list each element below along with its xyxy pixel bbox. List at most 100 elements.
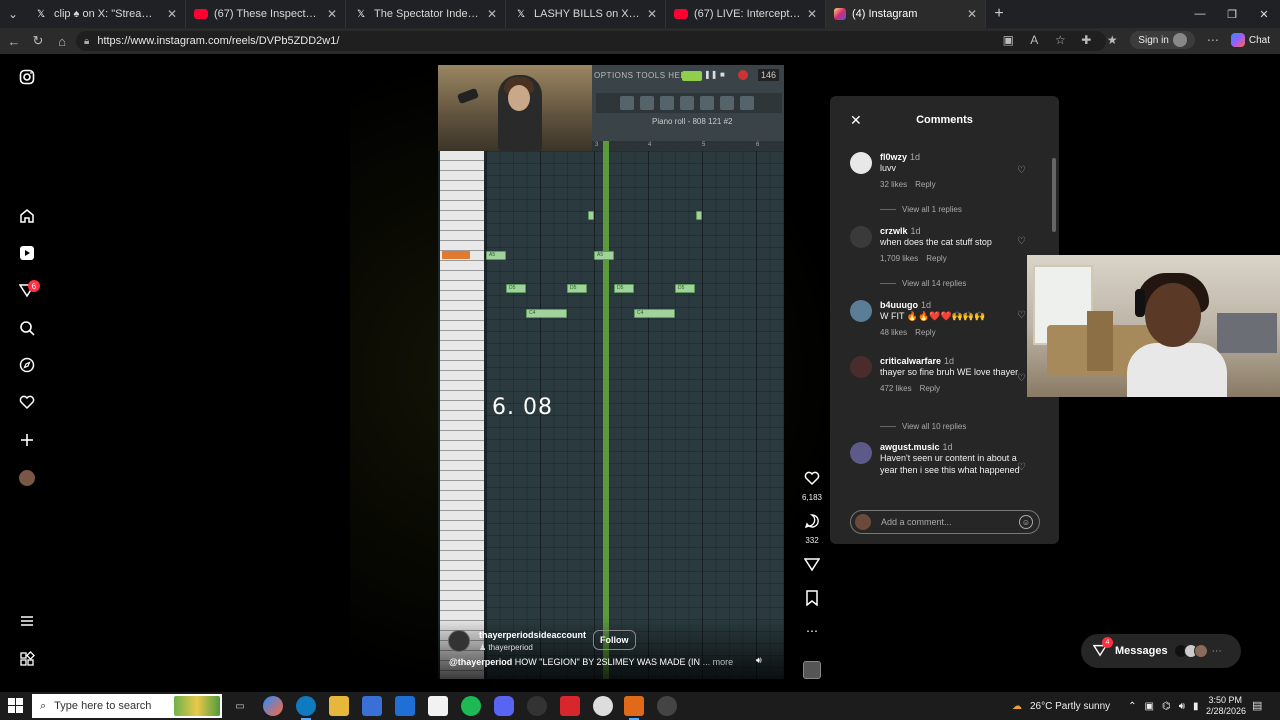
audio-thumbnail[interactable]: [803, 661, 821, 679]
close-tab-icon[interactable]: ✕: [487, 7, 497, 21]
reply-button[interactable]: Reply: [926, 254, 946, 263]
home-icon[interactable]: ⌂: [50, 28, 74, 54]
copilot-chat-button[interactable]: Chat: [1230, 33, 1270, 47]
comment-username[interactable]: crzwlk: [880, 226, 908, 236]
view-replies-link[interactable]: View all 14 replies: [880, 279, 966, 288]
browser-tab[interactable]: (67) LIVE: Interceptions in Tel ✕: [666, 0, 826, 28]
reply-button[interactable]: Reply: [915, 328, 935, 337]
avatar[interactable]: [850, 442, 872, 464]
browser-tab[interactable]: 𝕏clip ♠ on X: "Streamer Cheesur p ✕: [26, 0, 186, 28]
windows-start-icon[interactable]: [8, 698, 24, 714]
comment-heart-icon[interactable]: ♡: [1017, 310, 1026, 321]
avatar[interactable]: [850, 226, 872, 248]
comment-username[interactable]: fl0wzy: [880, 152, 907, 162]
favorites-icon[interactable]: ★: [1104, 33, 1120, 47]
comment-user[interactable]: b4uuugo 1d: [880, 300, 1030, 310]
more-options-action[interactable]: ⋯: [800, 624, 824, 638]
browser-tab[interactable]: 𝕏 The Spectator Index on X: "BREAK ✕: [346, 0, 506, 28]
comment-username[interactable]: b4uuugo: [880, 300, 918, 310]
comment-likes[interactable]: 472 likes: [880, 384, 912, 393]
close-window-button[interactable]: ✕: [1248, 0, 1280, 28]
follow-button[interactable]: Follow: [593, 630, 636, 650]
tab-actions-menu[interactable]: ⌄: [0, 0, 26, 28]
discord-app-icon[interactable]: [494, 696, 514, 716]
app-icon[interactable]: [527, 696, 547, 716]
create-plus-icon[interactable]: [17, 430, 37, 450]
edge-app-icon[interactable]: [296, 696, 316, 720]
search-nav-icon[interactable]: [17, 318, 37, 338]
view-replies-link[interactable]: View all 10 replies: [880, 422, 966, 431]
store-app-icon[interactable]: [362, 696, 382, 716]
scrollbar-thumb[interactable]: [1052, 158, 1056, 232]
notifications-heart-icon[interactable]: [17, 392, 37, 412]
maximize-button[interactable]: ❐: [1216, 0, 1248, 28]
comment-action[interactable]: 332: [800, 513, 824, 545]
fl-studio-app-icon[interactable]: [624, 696, 644, 720]
comment-user[interactable]: awgust.music 1d: [880, 442, 1030, 452]
browser-tab[interactable]: 𝕏 LASHY BILLS on X: "He's only 15 y ✕: [506, 0, 666, 28]
taskbar-search[interactable]: ⌕ Type here to search: [32, 694, 222, 718]
browser-tab[interactable]: (67) These Inspectors Think "Ope ✕: [186, 0, 346, 28]
site-info-icon[interactable]: 🔒︎: [84, 36, 89, 47]
close-tab-icon[interactable]: ✕: [167, 7, 177, 21]
minimize-button[interactable]: —: [1184, 0, 1216, 28]
comment-heart-icon[interactable]: ♡: [1017, 236, 1026, 247]
sign-in-button[interactable]: Sign in: [1130, 31, 1195, 49]
instagram-logo-icon[interactable]: [17, 67, 37, 87]
refresh-icon[interactable]: ↻: [26, 28, 50, 54]
read-aloud-icon[interactable]: A: [1026, 33, 1042, 47]
outlook-app-icon[interactable]: [395, 696, 415, 716]
avatar[interactable]: [850, 300, 872, 322]
weather-text[interactable]: 26°C Partly sunny: [1030, 701, 1110, 712]
emoji-icon[interactable]: ☺: [1019, 515, 1033, 529]
file-explorer-icon[interactable]: [329, 696, 349, 716]
caption-more-link[interactable]: ... more: [703, 657, 734, 667]
tray-app-icon[interactable]: ▣: [1145, 701, 1154, 712]
reels-nav-icon[interactable]: [17, 243, 37, 263]
comment-likes[interactable]: 1,709 likes: [880, 254, 918, 263]
reel-video[interactable]: OPTIONS TOOLS HELP ❚❚ ■ 146 Piano roll -…: [438, 65, 784, 679]
copilot-app-icon[interactable]: [263, 696, 283, 716]
comment-heart-icon[interactable]: ♡: [1017, 373, 1026, 384]
also-from-meta-icon[interactable]: [17, 649, 37, 669]
app-available-icon[interactable]: ▣: [1000, 33, 1016, 47]
avatar[interactable]: [850, 356, 872, 378]
like-action[interactable]: 6,183: [800, 470, 824, 502]
more-options-icon[interactable]: ⋯: [1205, 33, 1221, 47]
add-comment-input[interactable]: Add a comment... ☺: [850, 510, 1040, 534]
more-menu-icon[interactable]: [17, 611, 37, 631]
comment-user[interactable]: criticalwarfare 1d: [880, 356, 1030, 366]
comment-likes[interactable]: 32 likes: [880, 180, 907, 189]
comment-user[interactable]: fl0wzy 1d: [880, 152, 1030, 162]
battery-icon[interactable]: ▮: [1193, 701, 1199, 712]
explore-nav-icon[interactable]: [17, 355, 37, 375]
comment-heart-icon[interactable]: ♡: [1017, 462, 1026, 473]
task-view-icon[interactable]: ▭: [230, 696, 250, 716]
reply-button[interactable]: Reply: [920, 384, 940, 393]
back-icon[interactable]: ←: [2, 28, 26, 54]
extensions-icon[interactable]: ✚: [1078, 33, 1094, 47]
app-icon[interactable]: [593, 696, 613, 716]
favorite-star-icon[interactable]: ☆: [1052, 33, 1068, 47]
browser-tab[interactable]: (4) Instagram ✕: [826, 0, 986, 28]
avatar[interactable]: [850, 152, 872, 174]
home-nav-icon[interactable]: [17, 206, 37, 226]
volume-icon[interactable]: 🔊︎: [756, 655, 770, 669]
new-tab-button[interactable]: +: [986, 5, 1012, 23]
close-tab-icon[interactable]: ✕: [967, 7, 977, 21]
url-field[interactable]: 🔒︎ https://www.instagram.com/reels/DVPb5…: [76, 31, 1106, 51]
author-avatar[interactable]: [448, 630, 470, 652]
spotify-app-icon[interactable]: [461, 696, 481, 716]
profile-avatar-nav[interactable]: [17, 468, 37, 488]
taskbar-clock[interactable]: 3:50 PM 2/28/2026: [1206, 695, 1246, 717]
comment-likes[interactable]: 48 likes: [880, 328, 907, 337]
volume-tray-icon[interactable]: 🔊︎: [1179, 701, 1185, 712]
comment-heart-icon[interactable]: ♡: [1017, 165, 1026, 176]
caption-user[interactable]: @thayerperiod: [449, 657, 512, 667]
close-tab-icon[interactable]: ✕: [807, 7, 817, 21]
view-replies-link[interactable]: View all 1 replies: [880, 205, 962, 214]
save-action[interactable]: [800, 590, 824, 611]
reply-button[interactable]: Reply: [915, 180, 935, 189]
close-tab-icon[interactable]: ✕: [647, 7, 657, 21]
tray-chevron-icon[interactable]: ⌃: [1128, 701, 1136, 712]
